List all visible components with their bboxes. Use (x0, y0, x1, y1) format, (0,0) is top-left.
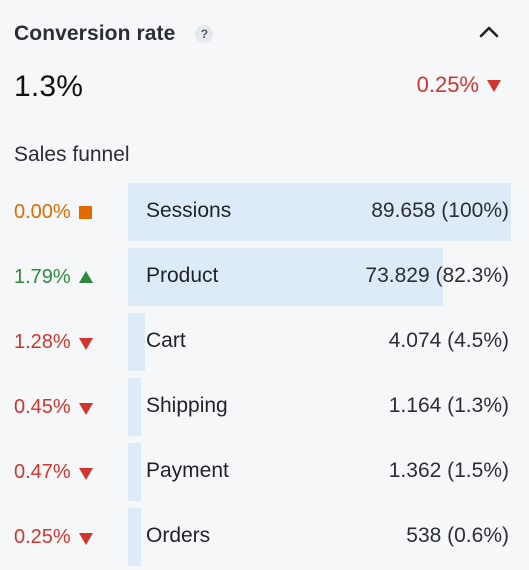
funnel-bar (128, 378, 141, 436)
square-icon (78, 206, 92, 219)
triangle-down-icon (487, 80, 501, 92)
funnel-rate: 0.25% (14, 526, 93, 549)
funnel-rate: 0.47% (14, 461, 93, 484)
chevron-up-icon (479, 26, 499, 38)
funnel-rate: 1.28% (14, 331, 93, 354)
panel-title: Conversion rate (14, 22, 176, 45)
triangle-down-icon (78, 402, 93, 415)
funnel-rate: 0.45% (14, 396, 93, 419)
funnel-rate-text: 0.45% (14, 396, 71, 418)
help-icon[interactable]: ? (195, 25, 214, 43)
funnel-rate-text: 0.47% (14, 461, 71, 483)
sales-funnel: 0.00% Sessions 89.658 (100%) 1.79% Produ… (0, 183, 529, 570)
funnel-bar (128, 313, 145, 371)
funnel-stage-label: Cart (146, 329, 186, 352)
funnel-stage-label: Shipping (146, 394, 228, 417)
funnel-rate: 1.79% (14, 266, 93, 289)
delta-value: 0.25% (416, 72, 479, 97)
funnel-bar (128, 443, 141, 501)
funnel-stage-label: Payment (146, 459, 229, 482)
funnel-stage-label: Orders (146, 524, 211, 547)
conversion-rate-panel: Conversion rate ? 1.3% 0.25% Sales funne… (0, 0, 529, 570)
funnel-row[interactable]: 0.45% Shipping 1.164 (1.3%) (0, 378, 529, 443)
panel-header: Conversion rate ? (14, 22, 214, 46)
funnel-rate-text: 1.28% (14, 331, 71, 353)
funnel-stage-label: Sessions (146, 199, 232, 222)
funnel-rate-text: 1.79% (14, 266, 71, 288)
funnel-stage-value: 538 (0.6%) (406, 524, 509, 547)
funnel-rate-text: 0.25% (14, 526, 71, 548)
funnel-row[interactable]: 1.28% Cart 4.074 (4.5%) (0, 313, 529, 378)
funnel-row[interactable]: 0.47% Payment 1.362 (1.5%) (0, 443, 529, 508)
funnel-stage-value: 73.829 (82.3%) (365, 264, 509, 287)
funnel-bar (128, 508, 141, 566)
conversion-rate-delta: 0.25% (417, 72, 501, 98)
funnel-stage-value: 4.074 (4.5%) (388, 329, 509, 352)
funnel-stage-value: 89.658 (100%) (371, 199, 509, 222)
funnel-row[interactable]: 0.00% Sessions 89.658 (100%) (0, 183, 529, 248)
triangle-down-icon (78, 532, 93, 545)
funnel-stage-label: Product (146, 264, 219, 287)
conversion-rate-value: 1.3% (14, 70, 84, 103)
funnel-stage-value: 1.362 (1.5%) (388, 459, 509, 482)
funnel-row[interactable]: 0.25% Orders 538 (0.6%) (0, 508, 529, 570)
funnel-rate-text: 0.00% (14, 201, 71, 223)
funnel-row[interactable]: 1.79% Product 73.829 (82.3%) (0, 248, 529, 313)
triangle-up-icon (78, 270, 93, 283)
funnel-stage-value: 1.164 (1.3%) (388, 394, 509, 417)
sales-funnel-title: Sales funnel (14, 143, 130, 166)
triangle-down-icon (78, 337, 93, 350)
collapse-button[interactable] (475, 18, 503, 46)
triangle-down-icon (78, 467, 93, 480)
funnel-rate: 0.00% (14, 201, 92, 224)
